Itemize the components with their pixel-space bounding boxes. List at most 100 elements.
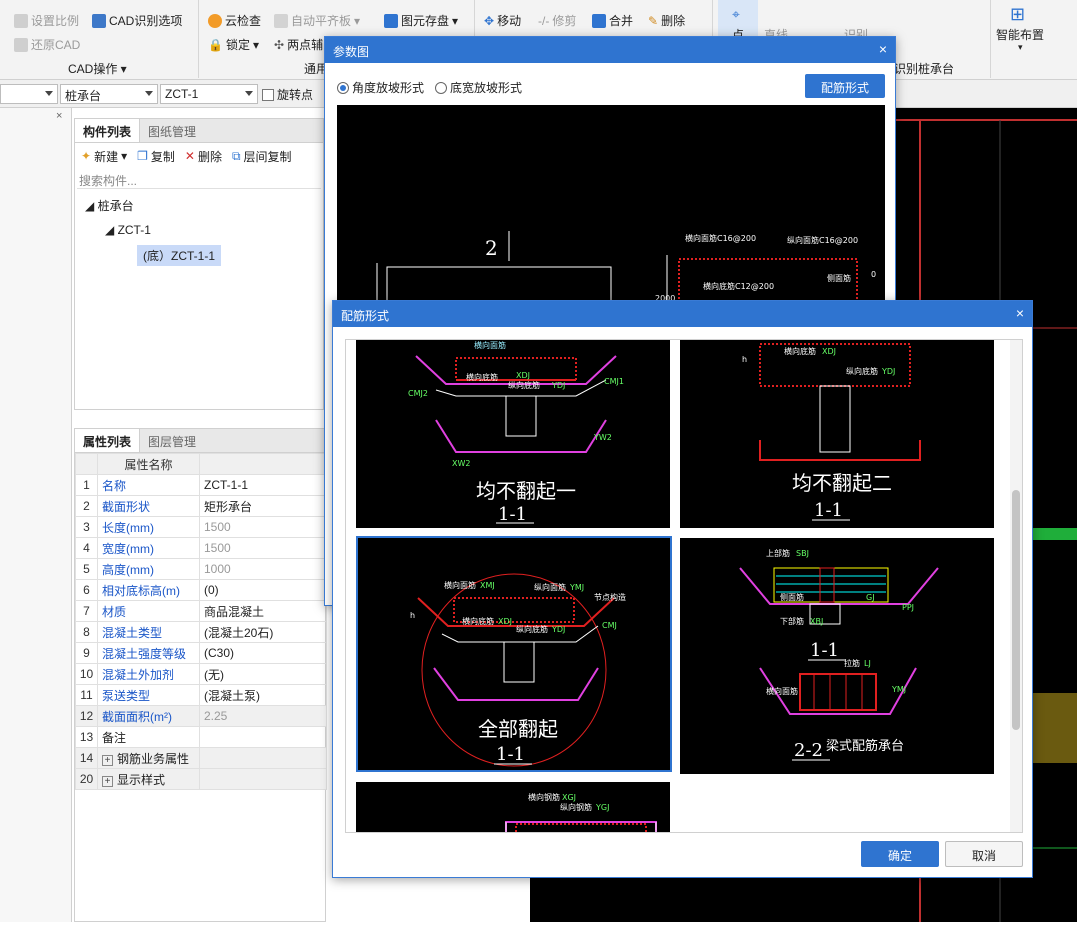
cad-recognize-options-button[interactable]: CAD识别选项 xyxy=(92,12,182,29)
component-search-input[interactable]: 搜索构件... xyxy=(77,169,321,189)
property-value[interactable]: 矩形承台 xyxy=(199,495,327,517)
rebar-option-no-bend-1[interactable]: 横向面筋 横向底筋 XDJ 纵向底筋 YDJ CMJ1 CMJ2 XW2 YW2… xyxy=(356,340,670,528)
table-row: 14 + 钢筋业务属性 xyxy=(75,747,327,769)
svg-text:XGJ: XGJ xyxy=(562,793,576,802)
svg-text:侧面筋: 侧面筋 xyxy=(780,592,804,602)
property-value[interactable]: 商品混凝土 xyxy=(199,600,327,622)
cloud-check-button[interactable]: 云检查 xyxy=(208,12,261,29)
delete-button[interactable]: ✎ 删除 xyxy=(648,12,685,29)
property-value[interactable]: 1500 xyxy=(199,516,327,538)
rebar-option-all-bend[interactable]: 横向面筋 XMJ 纵向面筋 YMJ 横向底筋 XDJ 纵向底筋 YDJ CMJ … xyxy=(356,536,672,772)
cad-ops-group-label[interactable]: CAD操作 ▾ xyxy=(68,60,127,77)
option-section: 1-1 xyxy=(496,744,525,765)
save-element-button[interactable]: 图元存盘 ▾ xyxy=(384,12,458,29)
svg-text:节点构造: 节点构造 xyxy=(594,592,626,602)
radio-width-slope[interactable]: 底宽放坡形式 xyxy=(435,79,522,96)
merge-button[interactable]: 合并 xyxy=(592,12,633,29)
svg-text:下部筋: 下部筋 xyxy=(780,616,804,626)
chevron-down-icon xyxy=(145,91,153,96)
svg-text:PPJ: PPJ xyxy=(902,603,914,612)
floor-select[interactable] xyxy=(0,84,58,104)
option-title: 均不翻起一 xyxy=(476,479,576,503)
option-section: 1-1 xyxy=(498,504,527,525)
table-row: 12 截面面积(m²) 2.25 xyxy=(75,705,327,727)
delete-icon: ✕ xyxy=(184,149,195,163)
copy-icon: ❐ xyxy=(137,149,148,163)
delete-component-button[interactable]: ✕ 删除 xyxy=(185,148,222,165)
component-select[interactable]: ZCT-1 xyxy=(160,84,258,104)
rebar-dialog-title: 配筋形式 × xyxy=(333,301,1032,327)
scrollbar[interactable] xyxy=(1010,340,1022,832)
lock-button[interactable]: 🔒 锁定 ▾ xyxy=(208,36,259,53)
rebar-option-no-bend-2[interactable]: 横向底筋 XDJ 纵向底筋 YDJ h 均不翻起二 1-1 xyxy=(680,340,994,528)
rotate-point-checkbox[interactable]: 旋转点 xyxy=(262,86,313,103)
restore-cad-button[interactable]: 还原CAD xyxy=(14,36,80,53)
trim-button[interactable]: -/- 修剪 xyxy=(538,12,576,29)
property-value[interactable]: 1000 xyxy=(199,558,327,580)
scrollbar-thumb[interactable] xyxy=(1012,490,1020,730)
property-panel: 属性列表 图层管理 属性名称 1 名称 ZCT-1-1 2 截面形状 矩形承台 3 长度(… xyxy=(74,428,327,922)
option-title: 全部翻起 xyxy=(478,717,558,741)
svg-text:SBJ: SBJ xyxy=(796,549,809,558)
floor-copy-button[interactable]: ⧉ 层间复制 xyxy=(232,148,292,165)
cloud-icon xyxy=(208,13,222,28)
property-table: 属性名称 1 名称 ZCT-1-1 2 截面形状 矩形承台 3 长度(mm) 1500 4宽… xyxy=(75,453,327,790)
tree-node-zct1[interactable]: ◢ ZCT-1 xyxy=(105,223,151,237)
ok-button[interactable]: 确定 xyxy=(861,841,939,867)
property-value[interactable]: (无) xyxy=(199,663,327,685)
property-value[interactable]: (C30) xyxy=(199,642,327,664)
smart-layout-icon: ⊞ xyxy=(1010,4,1026,24)
tab-component-list[interactable]: 构件列表 xyxy=(75,119,141,142)
property-value[interactable]: (0) xyxy=(199,579,327,601)
point-icon: ⌖ xyxy=(732,6,740,22)
table-row: 3 长度(mm) 1500 xyxy=(75,516,327,538)
svg-text:纵向钢筋: 纵向钢筋 xyxy=(560,802,592,812)
two-point-button[interactable]: ✣ 两点辅 xyxy=(274,36,323,53)
property-value[interactable]: ZCT-1-1 xyxy=(199,474,327,496)
property-value[interactable]: (混凝土泵) xyxy=(199,684,327,706)
copy-component-button[interactable]: ❐ 复制 xyxy=(137,148,175,165)
new-component-button[interactable]: ✦ 新建 ▾ xyxy=(81,148,127,165)
option-section: 1-1 xyxy=(810,640,839,661)
tree-node-zct1-1[interactable]: (底）ZCT-1-1 xyxy=(137,245,222,266)
tab-layer-manage[interactable]: 图层管理 xyxy=(140,429,204,452)
rebar-form-dialog: 配筋形式 × 横向面筋 横向底筋 XDJ 纵向底筋 YDJ CMJ1 CMJ2 … xyxy=(332,300,1033,878)
svg-text:YMJ: YMJ xyxy=(891,685,906,694)
rebar-option-beam-type[interactable]: 上部筋 SBJ 侧面筋 GJ PPJ 下部筋 XBJ 1-1 拉筋 LJ YMJ… xyxy=(680,538,994,774)
table-row: 8 混凝土类型 (混凝土20石) xyxy=(75,621,327,643)
tab-drawing-manage[interactable]: 图纸管理 xyxy=(140,119,204,142)
component-panel: 构件列表 图纸管理 ✦ 新建 ▾ ❐ 复制 ✕ 删除 ⧉ 层间复制 搜索构件... ◢ … xyxy=(74,118,324,410)
svg-text:拉筋: 拉筋 xyxy=(844,658,860,668)
property-value[interactable] xyxy=(199,726,327,748)
checkbox-box xyxy=(262,88,274,101)
option-section: 1-1 xyxy=(814,500,843,521)
svg-text:XW2: XW2 xyxy=(452,459,470,468)
smart-layout-button[interactable]: ⊞ 智能布置 ▾ xyxy=(996,4,1048,54)
rebar-form-button[interactable]: 配筋形式 xyxy=(805,74,885,98)
set-scale-button[interactable]: 设置比例 xyxy=(14,12,79,29)
expand-row-display[interactable]: + 显示样式 xyxy=(97,768,200,790)
ribbon-separator xyxy=(198,0,199,78)
radio-angle-slope[interactable]: 角度放坡形式 xyxy=(337,79,424,96)
eraser-icon: ✎ xyxy=(648,13,659,28)
tree-node-pile-cap[interactable]: ◢ 桩承台 xyxy=(85,197,134,214)
close-icon[interactable]: × xyxy=(1016,305,1024,321)
svg-text:横向面筋C16@200: 横向面筋C16@200 xyxy=(685,233,756,243)
radio-unchecked-icon xyxy=(435,82,447,94)
auto-flat-slab-button[interactable]: 自动平齐板 ▾ xyxy=(274,12,360,29)
tab-property-list[interactable]: 属性列表 xyxy=(75,429,141,452)
svg-text:横向底筋: 横向底筋 xyxy=(462,616,494,626)
category-select[interactable]: 桩承台 xyxy=(60,84,158,104)
close-icon[interactable]: × xyxy=(56,110,62,122)
rebar-option-5[interactable]: 横向钢筋 XGJ 纵向钢筋 YGJ xyxy=(356,782,670,832)
pile-cap-group-label: 识别桩承台 xyxy=(894,62,955,76)
cancel-button[interactable]: 取消 xyxy=(945,841,1023,867)
svg-text:XDJ: XDJ xyxy=(498,617,512,626)
move-button[interactable]: ✥ 移动 xyxy=(484,12,521,29)
svg-text:CMJ: CMJ xyxy=(602,621,617,630)
property-value[interactable]: 1500 xyxy=(199,537,327,559)
expand-row-rebar[interactable]: + 钢筋业务属性 xyxy=(97,747,200,769)
property-value[interactable]: (混凝土20石) xyxy=(199,621,327,643)
close-icon[interactable]: × xyxy=(879,41,887,57)
svg-text:纵向面筋C16@200: 纵向面筋C16@200 xyxy=(787,235,858,245)
